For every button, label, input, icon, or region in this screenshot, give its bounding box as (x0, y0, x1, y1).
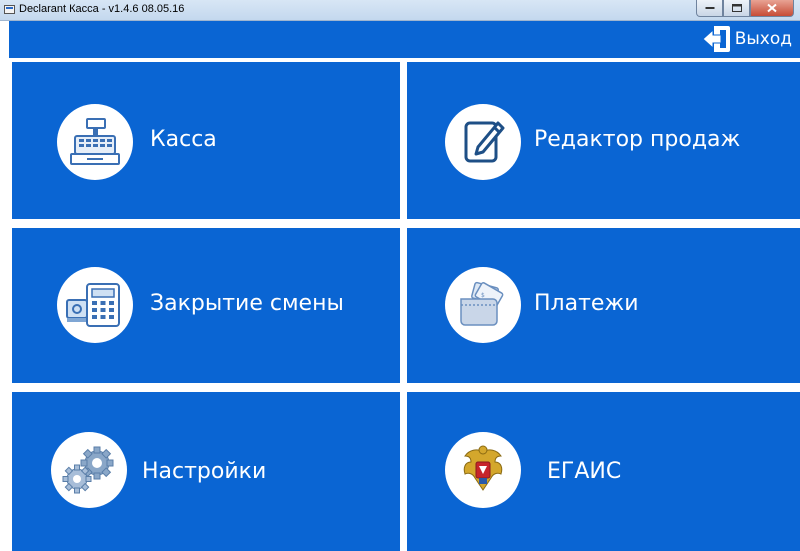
tile-sales-editor[interactable]: Редактор продаж (407, 62, 800, 219)
close-icon (767, 3, 777, 13)
tile-label: Касса (150, 127, 217, 152)
tile-label: Закрытие смены (150, 291, 344, 316)
minimize-button[interactable] (696, 0, 723, 17)
close-button[interactable] (750, 0, 794, 17)
calculator-icon (57, 267, 133, 343)
app-icon (4, 5, 15, 14)
exit-button[interactable]: Выход (701, 24, 792, 54)
tile-label: Настройки (142, 459, 267, 484)
minimize-icon (705, 7, 714, 9)
tile-label: Платежи (534, 291, 639, 316)
window-controls (696, 0, 794, 17)
tile-settings[interactable]: Настройки (12, 392, 400, 551)
exit-door-icon (701, 26, 730, 52)
app-main: Выход Касса Редактор продаж Закрытие сме… (0, 21, 800, 551)
exit-label: Выход (734, 29, 792, 49)
wallet-icon: $ (445, 267, 521, 343)
coat-of-arms-icon (445, 432, 521, 508)
tile-label: Редактор продаж (534, 127, 741, 152)
tile-payments[interactable]: $ Платежи (407, 228, 800, 383)
maximize-button[interactable] (723, 0, 750, 17)
tile-close-shift[interactable]: Закрытие смены (12, 228, 400, 383)
tile-kassa[interactable]: Касса (12, 62, 400, 219)
svg-text:$: $ (481, 292, 485, 299)
gears-icon (51, 432, 127, 508)
window-titlebar: Declarant Касса - v1.4.6 08.05.16 (0, 0, 800, 21)
tile-egais[interactable]: ЕГАИС (407, 392, 800, 551)
maximize-icon (731, 4, 742, 12)
pencil-edit-icon (445, 104, 521, 180)
window-title: Declarant Касса - v1.4.6 08.05.16 (19, 3, 185, 15)
cash-register-icon (57, 104, 133, 180)
tile-label: ЕГАИС (547, 459, 622, 484)
top-bar: Выход (9, 21, 800, 58)
